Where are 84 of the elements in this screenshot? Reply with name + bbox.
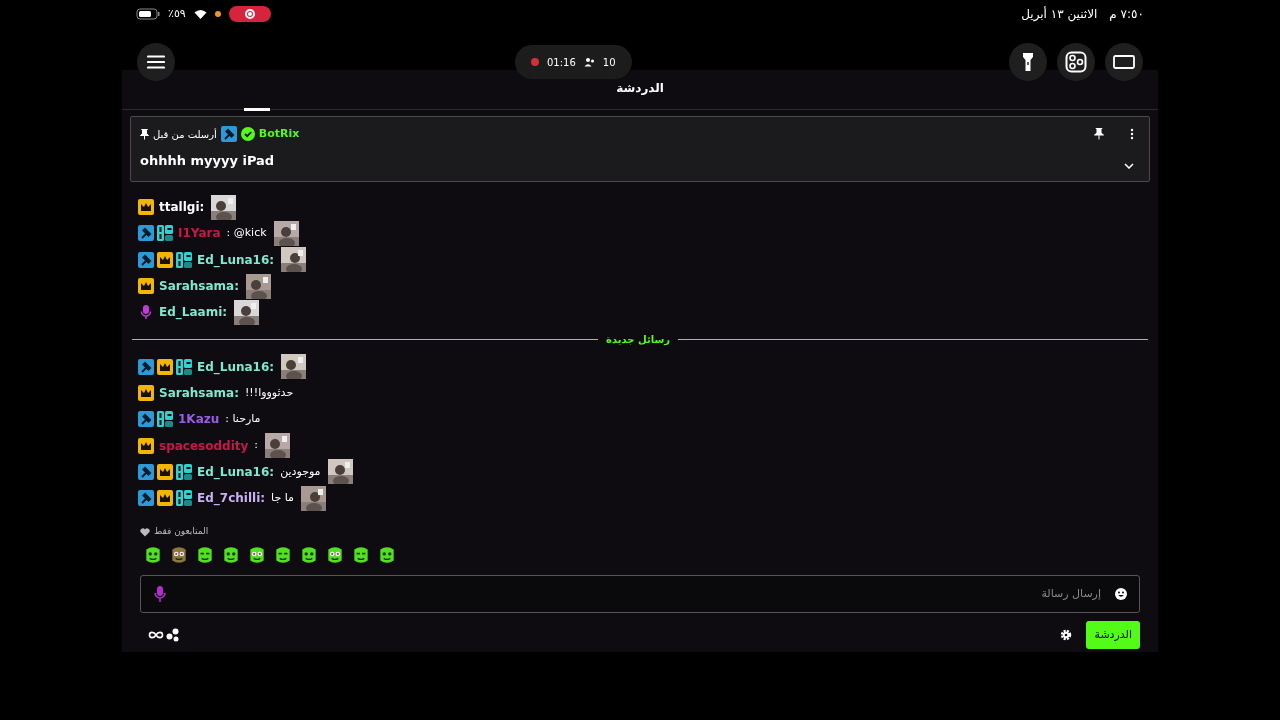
emote-icon[interactable]: [325, 544, 345, 565]
chat-message-text: :: [254, 437, 259, 454]
crown-badge-icon: [138, 437, 154, 454]
camera-button[interactable]: [1057, 43, 1095, 81]
pinned-username[interactable]: BotRix: [258, 126, 300, 143]
emote-icon[interactable]: [169, 544, 189, 565]
microphone-badge-icon: [138, 304, 154, 321]
crown-badge-icon: [157, 358, 173, 375]
viewer-count: 10: [602, 55, 616, 70]
emote-icon[interactable]: [299, 544, 319, 565]
crown-badge-icon: [138, 384, 154, 401]
hammer-badge-icon: [138, 251, 154, 268]
emote-icon[interactable]: [351, 544, 371, 565]
chat-message-text: !!!حدثوووا: [244, 384, 294, 401]
stream-duration: 01:16: [547, 55, 576, 70]
og-badge-icon: [176, 251, 192, 268]
camera-lens-icon: [1065, 51, 1087, 73]
og-badge-icon: [157, 411, 173, 428]
battery-icon: [136, 8, 160, 20]
chat-button[interactable]: الدردشة: [1086, 620, 1140, 649]
chevron-down-icon[interactable]: [1124, 163, 1134, 169]
chat-title: الدردشة: [616, 80, 664, 97]
followers-only-label: المتابعون فقط: [154, 525, 209, 539]
screen-recording-indicator[interactable]: [228, 6, 271, 22]
message-input[interactable]: إرسال رسالة: [901, 585, 1101, 602]
verified-icon: [240, 127, 255, 142]
chat-message-text: موجودين: [280, 463, 321, 480]
crown-badge-icon: [138, 199, 154, 216]
hammer-badge-icon: [138, 225, 154, 242]
flashlight-button[interactable]: [1009, 43, 1047, 81]
dots-cluster-icon[interactable]: [166, 627, 180, 642]
menu-icon: [147, 55, 165, 69]
emote-icon[interactable]: [247, 544, 267, 565]
pinned-message-text: ohhhh myyyy iPad: [140, 151, 276, 170]
emoji-icon[interactable]: [1115, 587, 1127, 600]
more-options-icon[interactable]: [1130, 128, 1134, 140]
crown-badge-icon: [157, 251, 173, 268]
hammer-badge-icon: [138, 490, 154, 507]
chat-username[interactable]: ttallgi:: [159, 198, 205, 217]
chat-username[interactable]: Ed_Laami:: [159, 303, 228, 322]
pin-icon: [140, 128, 149, 140]
status-time: ٧:٥٠ م: [1109, 6, 1144, 23]
screen-button[interactable]: [1105, 43, 1143, 81]
crown-badge-icon: [138, 278, 154, 295]
og-badge-icon: [176, 463, 192, 480]
hammer-badge-icon: [138, 463, 154, 480]
emote-icon[interactable]: [377, 544, 397, 565]
chat-message-text: ما جا: [271, 489, 294, 506]
infinity-icon[interactable]: [148, 629, 164, 640]
heart-icon: [140, 527, 150, 537]
microphone-icon[interactable]: [153, 584, 167, 603]
hammer-badge-icon: [138, 358, 154, 375]
chat-message-text: : @kick: [226, 225, 267, 242]
settings-icon[interactable]: [1060, 628, 1073, 641]
crown-badge-icon: [157, 463, 173, 480]
chat-message-text: : مارحنا: [225, 410, 261, 427]
emote-icon[interactable]: [195, 544, 215, 565]
og-badge-icon: [157, 225, 173, 242]
menu-button[interactable]: [137, 43, 175, 81]
og-badge-icon: [176, 358, 192, 375]
new-messages-divider-label: رسائل جديدة: [606, 333, 670, 347]
emote-icon[interactable]: [273, 544, 293, 565]
hammer-badge-icon: [220, 126, 237, 143]
chat-username[interactable]: Sarahsama:: [159, 277, 239, 296]
wifi-icon: [193, 9, 207, 19]
battery-percentage: ٪٥٩: [168, 5, 186, 22]
sent-by-label: أرسلت من قبل: [153, 127, 217, 142]
chat-username[interactable]: Ed_7chilli:: [197, 489, 266, 508]
status-date: الاثنين ١٣ أبريل: [1021, 5, 1098, 23]
chat-username[interactable]: 1Kazu: [178, 410, 220, 429]
rectangle-icon: [1113, 55, 1135, 69]
chat-username[interactable]: Ed_Luna16:: [197, 357, 275, 376]
chat-username[interactable]: Ed_Luna16:: [197, 462, 275, 481]
message-input-field[interactable]: إرسال رسالة: [140, 574, 1140, 613]
hammer-badge-icon: [138, 411, 154, 428]
crown-badge-icon: [157, 490, 173, 507]
flashlight-icon: [1022, 52, 1034, 72]
pin-icon[interactable]: [1094, 128, 1104, 140]
emote-icon[interactable]: [221, 544, 241, 565]
chat-username[interactable]: Sarahsama:: [159, 383, 239, 402]
viewers-icon: [583, 57, 595, 67]
emote-icon[interactable]: [143, 544, 163, 565]
chat-username[interactable]: Ed_Luna16:: [197, 250, 275, 269]
og-badge-icon: [176, 490, 192, 507]
